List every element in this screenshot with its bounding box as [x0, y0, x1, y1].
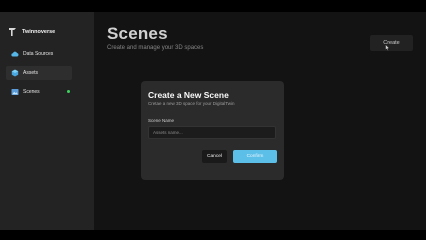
- sidebar-item-label: Data Sources: [23, 51, 54, 57]
- cancel-button[interactable]: Cancel: [202, 150, 227, 163]
- cube-icon: [11, 69, 19, 77]
- cloud-icon: [11, 51, 19, 57]
- sidebar-item-label: Assets: [23, 70, 39, 76]
- sidebar-item-assets[interactable]: Assets: [6, 66, 72, 80]
- scene-icon: [11, 89, 19, 95]
- sidebar-item-data-sources[interactable]: Data Sources: [6, 47, 72, 61]
- sidebar-item-label: Scenes: [23, 89, 40, 95]
- scene-name-input[interactable]: [148, 126, 276, 139]
- active-indicator: [67, 90, 70, 93]
- modal-overlay: Create a New Scene Cretae a new 3D space…: [94, 12, 426, 230]
- create-scene-dialog: Create a New Scene Cretae a new 3D space…: [141, 81, 284, 180]
- dialog-title: Create a New Scene: [148, 90, 229, 100]
- scene-name-label: Scene Name: [148, 118, 175, 123]
- confirm-button[interactable]: Confirm: [233, 150, 277, 163]
- brand[interactable]: Twinnoverse: [8, 26, 55, 38]
- app-window: Twinnoverse Data Sources Assets Scenes S…: [0, 12, 426, 230]
- dialog-description: Cretae a new 3D space for your DigitalTw…: [148, 101, 235, 106]
- sidebar: Twinnoverse Data Sources Assets Scenes: [0, 12, 94, 230]
- brand-name: Twinnoverse: [22, 29, 56, 35]
- logo-icon: [9, 28, 16, 36]
- sidebar-item-scenes[interactable]: Scenes: [6, 85, 72, 99]
